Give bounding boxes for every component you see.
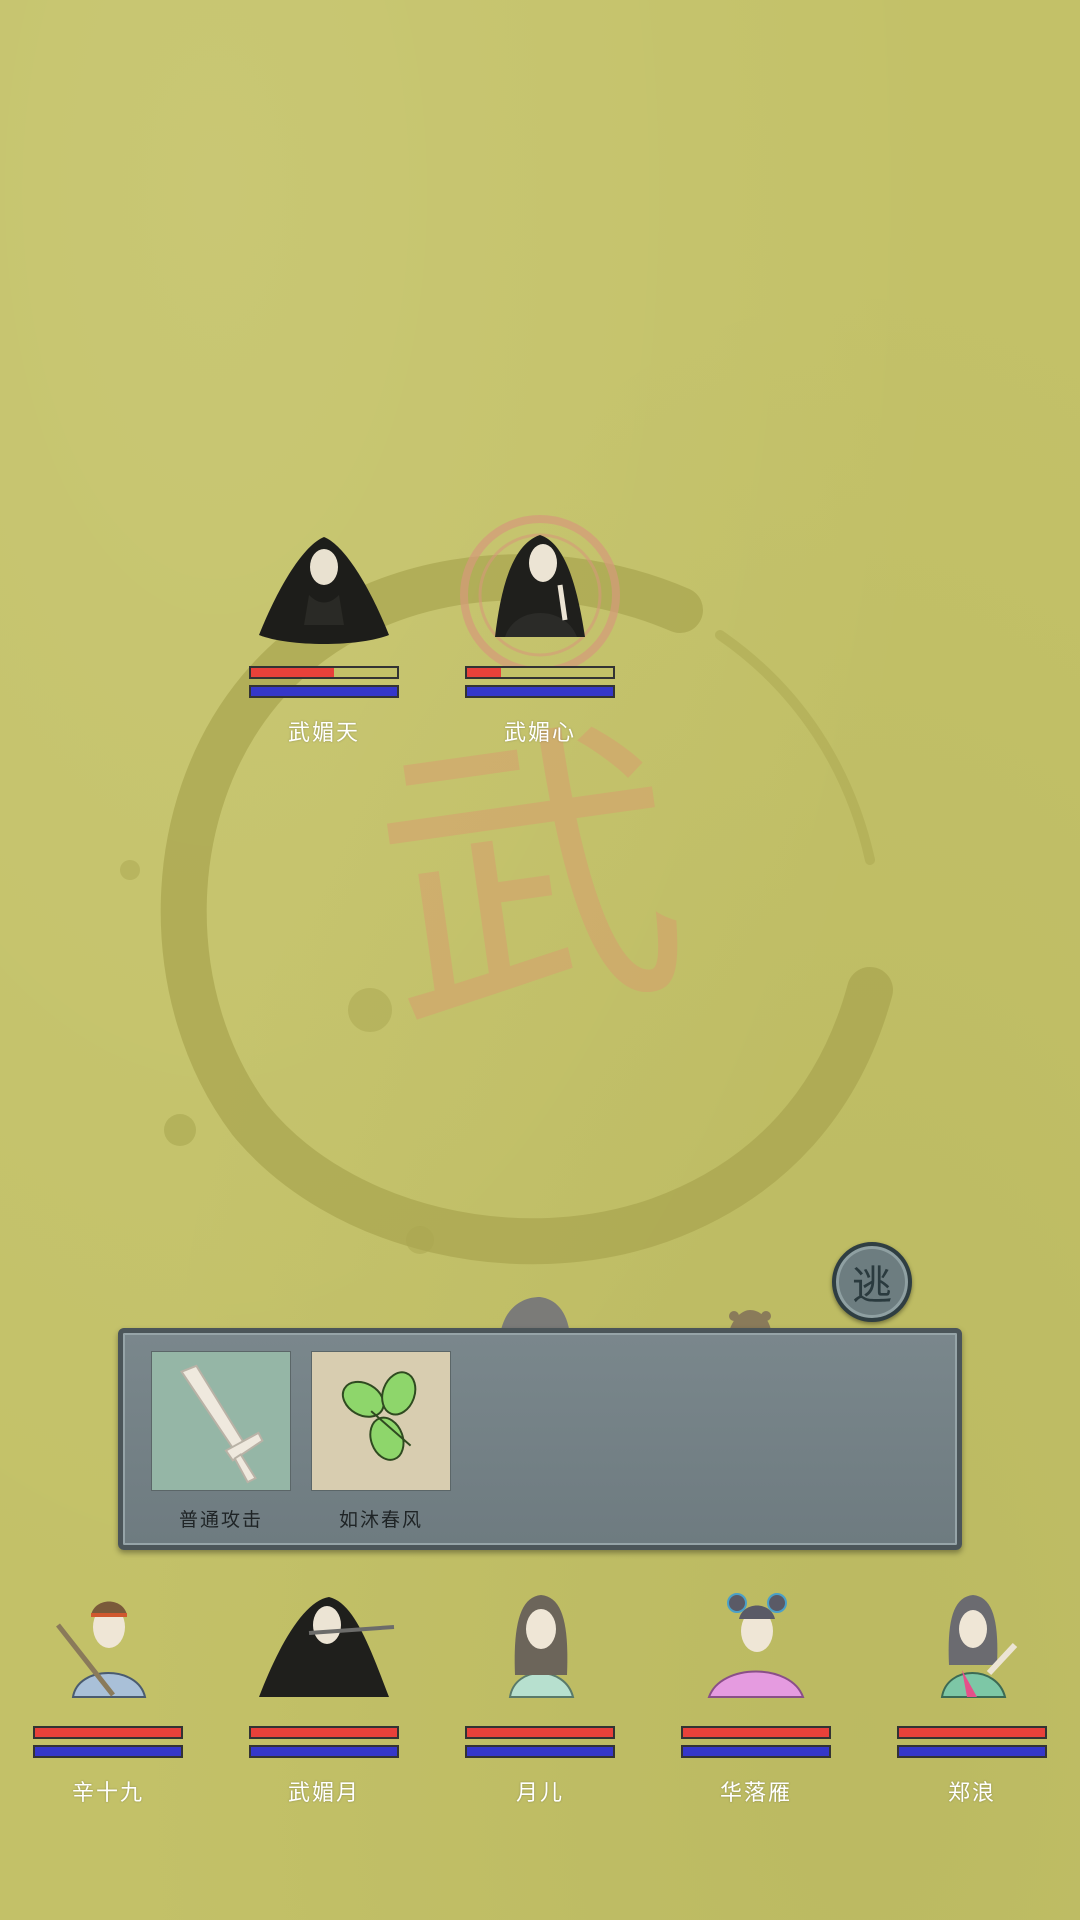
party-mp-bar — [249, 1745, 399, 1758]
girl-twin-buns-pink-robe-portrait — [707, 1593, 805, 1698]
sword-icon — [151, 1351, 291, 1491]
party-name: 郑浪 — [947, 1781, 996, 1806]
long-black-hair-woman-portrait — [495, 535, 585, 637]
party-hp-bar — [897, 1726, 1047, 1739]
party-hp-bar — [249, 1726, 399, 1739]
girl-long-hair-green-robe-portrait — [508, 1595, 575, 1698]
enemy-mp-bar — [465, 685, 615, 698]
party-name: 武媚月 — [287, 1781, 360, 1806]
party-name: 华落雁 — [719, 1781, 792, 1806]
green-leaves-icon — [311, 1351, 451, 1491]
enemy-hp-bar — [249, 666, 399, 679]
skill-spring-breeze[interactable]: 如沐春风 — [311, 1351, 451, 1532]
enemy-name: 武媚心 — [503, 721, 576, 746]
skill-label: 普通攻击 — [178, 1509, 263, 1531]
party-mp-bar — [33, 1745, 183, 1758]
party-hp-bar — [465, 1726, 615, 1739]
enemy-name: 武媚天 — [287, 721, 360, 746]
party-mp-bar — [681, 1745, 831, 1758]
party-name: 月儿 — [515, 1781, 564, 1806]
escape-button[interactable]: 逃 — [832, 1242, 912, 1322]
swordsman-headband-portrait — [56, 1601, 147, 1698]
party-hp-bar — [33, 1726, 183, 1739]
party-hp-bar — [681, 1726, 831, 1739]
veiled-woman-black-hair-portrait — [259, 537, 389, 644]
enemy-mp-bar — [249, 685, 399, 698]
enemy-hp-bar — [465, 666, 615, 679]
party-name: 辛十九 — [71, 1781, 144, 1806]
skill-normal-attack[interactable]: 普通攻击 — [151, 1351, 291, 1532]
skill-panel: 普通攻击 如沐春风 — [118, 1328, 962, 1550]
youth-pink-green-robe-portrait — [940, 1595, 1018, 1698]
skill-label: 如沐春风 — [338, 1509, 423, 1531]
party-mp-bar — [465, 1745, 615, 1758]
party-mp-bar — [897, 1745, 1047, 1758]
flute-player-black-robe-portrait — [259, 1597, 395, 1697]
